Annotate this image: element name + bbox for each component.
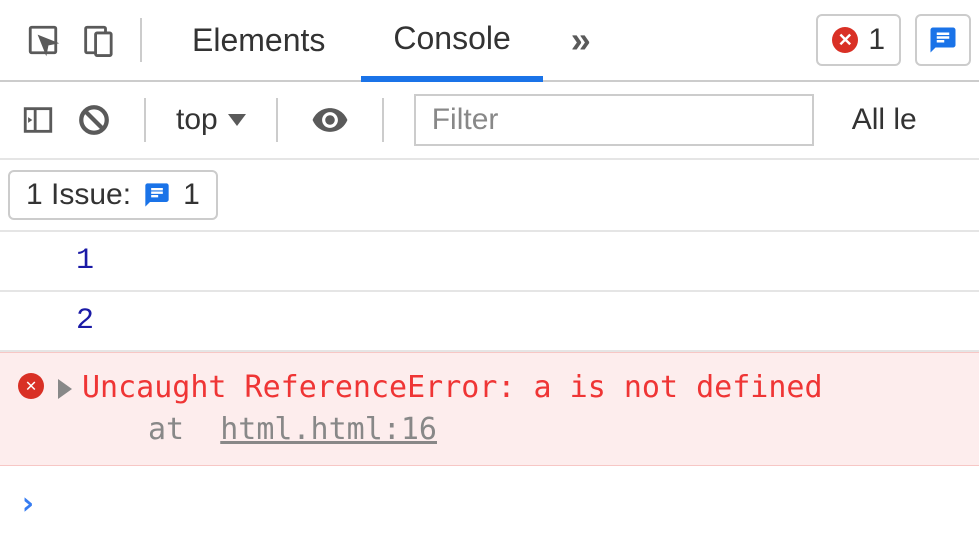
stack-link[interactable]: html.html:16: [220, 412, 437, 447]
stack-at: at: [148, 412, 184, 447]
error-count-badge[interactable]: ✕ 1: [816, 14, 901, 66]
toolbar-divider: [144, 98, 146, 142]
issues-badge[interactable]: 1 Issue: 1: [8, 170, 218, 220]
console-toolbar: top All le: [0, 82, 979, 160]
filter-input[interactable]: [414, 94, 814, 146]
log-level-selector[interactable]: All le: [852, 103, 917, 137]
issues-count: 1: [183, 178, 200, 212]
chat-icon: [143, 181, 171, 209]
error-count: 1: [868, 23, 885, 57]
context-label: top: [176, 103, 218, 137]
log-line: 1: [0, 232, 979, 292]
error-text: Uncaught ReferenceError: a is not define…: [82, 370, 823, 405]
expand-caret-icon[interactable]: [58, 379, 72, 399]
error-icon: ✕: [18, 373, 44, 399]
log-line: 2: [0, 292, 979, 352]
error-icon: ✕: [832, 27, 858, 53]
issues-label: 1 Issue:: [26, 178, 131, 212]
toolbar-divider: [140, 18, 142, 62]
chevron-down-icon: [228, 114, 246, 126]
tab-elements[interactable]: Elements: [160, 0, 357, 81]
console-output: 1 2 ✕ Uncaught ReferenceError: a is not …: [0, 232, 979, 522]
device-toggle-icon[interactable]: [72, 15, 122, 65]
inspect-element-icon[interactable]: [18, 15, 68, 65]
issues-bar: 1 Issue: 1: [0, 160, 979, 232]
clear-console-icon[interactable]: [74, 95, 114, 145]
main-toolbar: Elements Console » ✕ 1: [0, 0, 979, 82]
console-sidebar-toggle-icon[interactable]: [18, 95, 58, 145]
tab-console[interactable]: Console: [361, 0, 542, 82]
toolbar-divider: [276, 98, 278, 142]
issues-chat-button[interactable]: [915, 14, 971, 66]
live-expression-icon[interactable]: [308, 95, 352, 145]
toolbar-divider: [382, 98, 384, 142]
error-message-row: ✕ Uncaught ReferenceError: a is not defi…: [0, 352, 979, 466]
console-prompt[interactable]: ›: [0, 466, 979, 522]
more-tabs-icon[interactable]: »: [547, 19, 617, 61]
context-selector[interactable]: top: [176, 103, 246, 137]
